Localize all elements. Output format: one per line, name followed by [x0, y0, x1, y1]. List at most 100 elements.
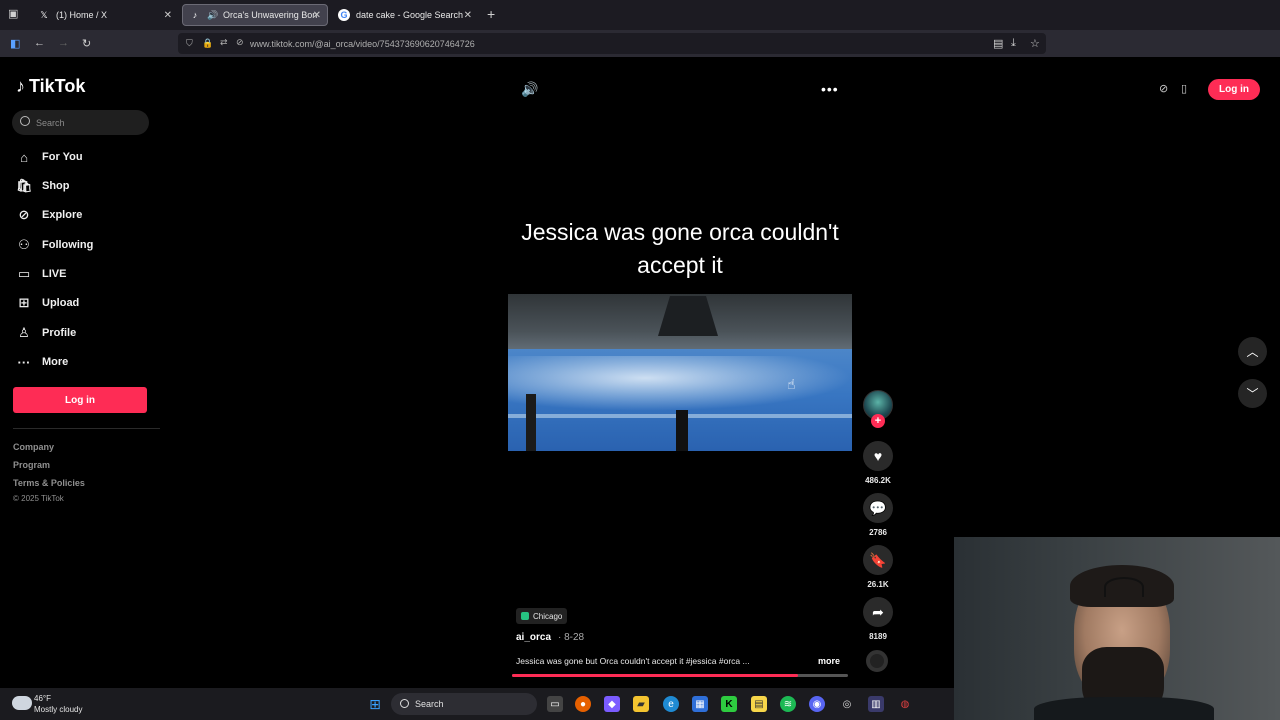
close-tab-icon[interactable]: ✕ [164, 10, 172, 21]
copilot-icon[interactable]: ◆ [604, 696, 620, 712]
shop-bag-icon: 🛍 [16, 178, 33, 193]
file-explorer-icon[interactable]: ▰ [633, 696, 649, 712]
video-frame-foam [508, 356, 852, 411]
sidebar-toggle-icon[interactable]: ◧ [10, 37, 20, 50]
tab-google[interactable]: G date cake - Google Search ✕ [332, 4, 478, 26]
share-arrow-icon: ➦ [872, 603, 884, 620]
search-icon [400, 699, 409, 708]
address-bar[interactable]: ⛉ 🔒 ⇄ ⊘ www.tiktok.com/@ai_orca/video/75… [178, 33, 1046, 54]
volume-icon[interactable]: 🔊 [521, 81, 538, 98]
edge-icon[interactable]: e [663, 696, 679, 712]
share-count: 8189 [869, 632, 887, 641]
music-disc-icon[interactable] [866, 650, 888, 672]
obs-icon[interactable]: ◎ [839, 696, 855, 712]
forward-icon[interactable]: → [58, 37, 69, 49]
footer-link-program[interactable]: Program [13, 460, 50, 470]
home-icon: ⌂ [20, 149, 28, 165]
url-text: www.tiktok.com/@ai_orca/video/7543736906… [250, 38, 475, 49]
taskbar-search[interactable]: Search [391, 693, 537, 715]
tab-title: (1) Home / X [56, 10, 108, 20]
location-chip[interactable]: Chicago [516, 608, 568, 624]
logo-text: TikTok [29, 76, 86, 96]
tab-tiktok[interactable]: ♪ 🔊 Orca's Unwavering Bond: F ✕ [182, 4, 328, 26]
location-pin-icon [521, 612, 529, 620]
new-tab-icon[interactable]: + [487, 6, 495, 22]
bookmark-star-icon[interactable]: ☆ [1030, 37, 1040, 50]
comment-button[interactable]: 💬 [863, 493, 893, 523]
footer-link-company[interactable]: Company [13, 442, 54, 452]
windows-start-icon[interactable]: ⊞ [367, 696, 383, 712]
search-icon [20, 116, 30, 126]
back-icon[interactable]: ← [34, 37, 45, 49]
search-input[interactable]: Search [12, 110, 149, 135]
tiktok-logo-icon: ♪ [16, 76, 25, 96]
weather-description[interactable]: Mostly cloudy [34, 705, 82, 714]
sidebar-item-upload[interactable]: ⊞ Upload [16, 293, 80, 313]
recording-app-icon[interactable]: ◍ [897, 696, 913, 712]
tiktok-logo[interactable]: ♪ TikTok [16, 76, 85, 97]
kick-icon[interactable]: K [721, 696, 737, 712]
close-tab-icon[interactable]: ✕ [313, 10, 321, 21]
audio-playing-icon[interactable]: 🔊 [207, 9, 219, 21]
post-date: · 8-28 [558, 632, 585, 643]
tab-title: date cake - Google Search [356, 10, 464, 20]
next-video-button[interactable]: ﹀ [1238, 379, 1267, 408]
tab-list-icon[interactable]: ▣ [8, 7, 18, 20]
creator-tools-icon[interactable]: ⊘ [1159, 82, 1168, 95]
sidebar-item-profile[interactable]: ♙ Profile [16, 323, 76, 343]
download-icon[interactable]: ⤓ [1011, 37, 1016, 50]
video-overlay-text: Jessica was gone orca couldn't accept it [521, 219, 839, 278]
comment-icon: 💬 [869, 499, 887, 516]
sidebar-item-label: Profile [42, 327, 77, 339]
tracking-off-icon[interactable]: ⊘ [236, 37, 244, 48]
close-tab-icon[interactable]: ✕ [464, 10, 472, 21]
spotify-icon[interactable]: ≋ [780, 696, 796, 712]
video-player[interactable] [508, 294, 852, 451]
google-logo-icon: G [338, 9, 350, 21]
discord-icon[interactable]: ◉ [809, 696, 825, 712]
sidebar-item-following[interactable]: ⚇ Following [16, 235, 93, 255]
weather-temperature[interactable]: 46°F [34, 694, 51, 703]
copyright-text: © 2025 TikTok [13, 494, 64, 503]
sidebar-item-shop[interactable]: 🛍 Shop [16, 176, 70, 196]
weather-cloud-icon[interactable] [12, 696, 32, 710]
sticky-notes-icon[interactable]: ▤ [751, 696, 767, 712]
more-options-icon[interactable]: ••• [821, 81, 839, 97]
tab-x-home[interactable]: 𝕏 (1) Home / X ✕ [32, 4, 178, 26]
sidebar-item-label: For You [42, 151, 83, 163]
previous-video-button[interactable]: ︿ [1238, 337, 1267, 366]
taskbar-search-label: Search [415, 699, 444, 709]
tiktok-logo-icon: ♪ [192, 10, 198, 20]
more-description-button[interactable]: more [818, 656, 840, 666]
lock-icon[interactable]: 🔒 [202, 38, 213, 49]
get-app-icon[interactable]: ▯ [1181, 82, 1187, 95]
sidebar-login-button[interactable]: Log in [13, 387, 147, 413]
author-name[interactable]: ai_orca [516, 632, 551, 643]
browser-tabbar: ▣ 𝕏 (1) Home / X ✕ ♪ 🔊 Orca's Unwavering… [0, 0, 1280, 30]
save-button[interactable]: 🔖 [863, 545, 893, 575]
header-login-button[interactable]: Log in [1208, 79, 1260, 100]
screen: ▣ 𝕏 (1) Home / X ✕ ♪ 🔊 Orca's Unwavering… [0, 0, 1280, 720]
firefox-icon[interactable]: ● [575, 696, 591, 712]
store-icon[interactable]: ▦ [692, 696, 708, 712]
shield-icon[interactable]: ⛉ [186, 38, 193, 49]
sidebar-item-more[interactable]: ··· More [16, 352, 69, 372]
reader-view-icon[interactable]: ▤ [993, 37, 1003, 50]
follow-plus-icon[interactable]: + [871, 414, 885, 428]
share-button[interactable]: ➦ [863, 597, 893, 627]
bookmark-icon: 🔖 [869, 551, 887, 568]
reload-icon[interactable]: ↻ [82, 37, 91, 50]
live-icon: ▭ [17, 266, 31, 281]
profile-icon: ♙ [18, 325, 30, 340]
video-progress-bar[interactable] [512, 674, 848, 677]
sidebar-item-live[interactable]: ▭ LIVE [16, 264, 67, 284]
sidebar-item-for-you[interactable]: ⌂ For You [16, 147, 83, 167]
footer-link-terms[interactable]: Terms & Policies [13, 478, 85, 488]
video-description: Jessica was gone but Orca couldn't accep… [516, 656, 750, 666]
task-view-icon[interactable]: ▭ [547, 696, 563, 712]
audio-mixer-icon[interactable]: ▥ [868, 696, 884, 712]
like-button[interactable]: ♥ [863, 441, 893, 471]
location-label: Chicago [533, 611, 563, 621]
sidebar-item-explore[interactable]: ⊘ Explore [16, 205, 83, 225]
permissions-icon[interactable]: ⇄ [220, 37, 228, 48]
